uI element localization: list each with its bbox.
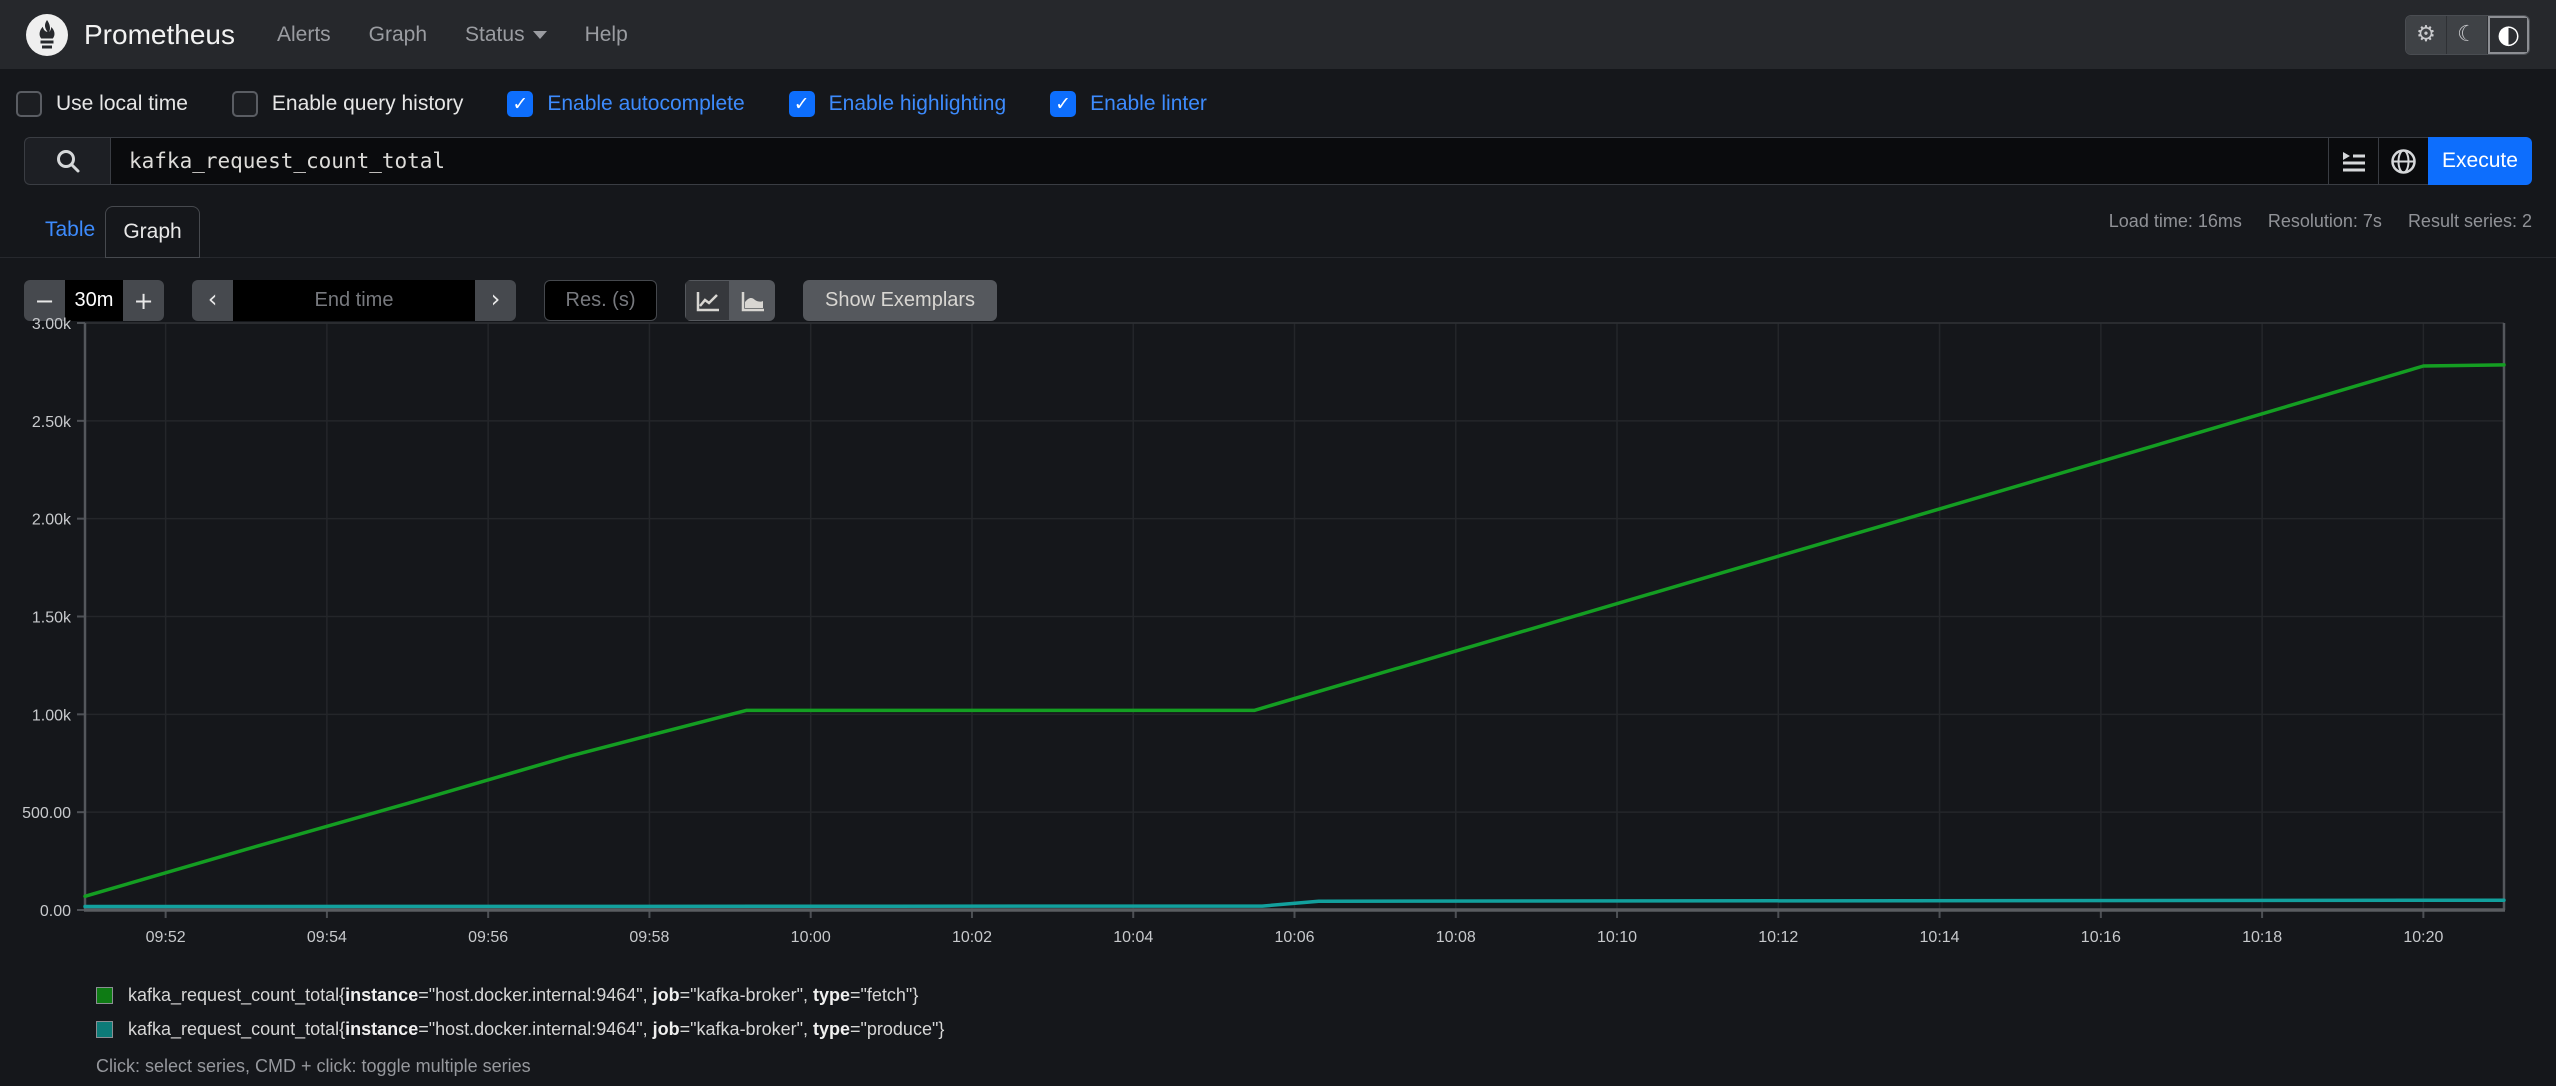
- tab-graph[interactable]: Graph: [105, 206, 200, 258]
- search-addon: [24, 137, 110, 185]
- svg-text:1.00k: 1.00k: [32, 707, 72, 724]
- search-icon: [56, 150, 79, 173]
- nav-item-graph[interactable]: Graph: [369, 23, 427, 47]
- svg-text:10:12: 10:12: [1758, 929, 1798, 946]
- svg-text:10:06: 10:06: [1274, 929, 1314, 946]
- tabs-divider: [0, 257, 2556, 258]
- gear-icon: ⚙: [2416, 22, 2436, 47]
- chart-area[interactable]: 0.00 500.00 1.00k 1.50k 2.00k 2.50k 3.00k 09:52…: [0, 310, 2556, 955]
- chart-legend: kafka_request_count_total{instance="host…: [96, 978, 944, 1077]
- nav-item-alerts[interactable]: Alerts: [277, 23, 331, 47]
- auto-theme-button[interactable]: ◐: [2488, 15, 2529, 54]
- svg-text:10:20: 10:20: [2403, 929, 2443, 946]
- dark-theme-button[interactable]: ☾: [2447, 15, 2488, 54]
- query-input[interactable]: [110, 137, 2328, 185]
- checkbox-use-local-time[interactable]: Use local time: [16, 91, 188, 117]
- check-icon: ✓: [512, 92, 529, 115]
- result-tabs: Table Graph Load time: 16ms Resolution: …: [0, 206, 2556, 280]
- svg-text:10:10: 10:10: [1597, 929, 1637, 946]
- explain-globe-button[interactable]: [2378, 137, 2428, 185]
- app-title: Prometheus: [84, 18, 235, 50]
- svg-text:3.00k: 3.00k: [32, 316, 72, 333]
- result-series: Result series: 2: [2407, 211, 2532, 231]
- metrics-explorer-icon: [2342, 152, 2365, 172]
- chevron-left-icon: ‹: [207, 284, 218, 313]
- nav-item-status[interactable]: Status: [465, 23, 547, 47]
- legend-swatch-icon: [96, 1020, 113, 1038]
- metrics-explorer-button[interactable]: [2328, 137, 2378, 185]
- options-row: Use local time Enable query history ✓ En…: [0, 69, 2556, 137]
- svg-text:2.50k: 2.50k: [32, 414, 72, 431]
- check-icon: ✓: [793, 92, 810, 115]
- theme-toggle-group: ⚙ ☾ ◐: [2405, 14, 2530, 55]
- nav-links: Alerts Graph Status Help: [277, 23, 628, 47]
- legend-item[interactable]: kafka_request_count_total{instance="host…: [96, 978, 944, 1012]
- svg-text:10:04: 10:04: [1113, 929, 1153, 946]
- moon-icon: ☾: [2457, 22, 2477, 47]
- legend-help-note: Click: select series, CMD + click: toggl…: [96, 1056, 531, 1076]
- checkbox-box[interactable]: [231, 91, 258, 117]
- load-time: Load time: 16ms: [2108, 211, 2242, 231]
- line-chart-icon: [696, 291, 719, 311]
- svg-text:10:00: 10:00: [791, 929, 831, 946]
- checkbox-enable-linter[interactable]: ✓ Enable linter: [1050, 91, 1207, 117]
- checkbox-box[interactable]: [16, 91, 42, 117]
- chart-canvas[interactable]: 0.00 500.00 1.00k 1.50k 2.00k 2.50k 3.00k 09:52…: [0, 310, 2556, 955]
- checkbox-box[interactable]: ✓: [788, 91, 815, 117]
- navbar: Prometheus Alerts Graph Status Help ⚙ ☾ …: [0, 0, 2556, 69]
- globe-icon: [2391, 148, 2416, 174]
- query-stats: Load time: 16ms Resolution: 7s Result se…: [2109, 211, 2532, 232]
- checkbox-enable-autocomplete[interactable]: ✓ Enable autocomplete: [507, 91, 745, 117]
- svg-text:500.00: 500.00: [22, 805, 71, 822]
- checkbox-enable-highlighting[interactable]: ✓ Enable highlighting: [788, 91, 1006, 117]
- svg-text:09:58: 09:58: [629, 929, 669, 946]
- checkbox-box[interactable]: ✓: [507, 91, 534, 117]
- svg-text:1.50k: 1.50k: [32, 610, 72, 627]
- svg-text:10:18: 10:18: [2242, 929, 2282, 946]
- light-theme-button[interactable]: ⚙: [2406, 15, 2447, 54]
- svg-text:10:14: 10:14: [1920, 929, 1960, 946]
- svg-text:0.00: 0.00: [40, 903, 71, 920]
- half-circle-icon: ◐: [2497, 19, 2520, 50]
- legend-series-label: kafka_request_count_total{instance="host…: [128, 984, 919, 1005]
- nav-item-help[interactable]: Help: [585, 23, 628, 47]
- svg-text:10:08: 10:08: [1436, 929, 1476, 946]
- svg-text:09:56: 09:56: [468, 929, 508, 946]
- resolution: Resolution: 7s: [2267, 211, 2382, 231]
- svg-text:09:54: 09:54: [307, 929, 347, 946]
- checkbox-box[interactable]: ✓: [1050, 91, 1077, 117]
- tab-table[interactable]: Table: [45, 218, 95, 242]
- query-bar: Execute: [24, 137, 2532, 185]
- check-icon: ✓: [1055, 92, 1072, 115]
- svg-text:10:16: 10:16: [2081, 929, 2121, 946]
- chevron-down-icon: [532, 30, 547, 39]
- legend-item[interactable]: kafka_request_count_total{instance="host…: [96, 1012, 944, 1046]
- legend-swatch-icon: [96, 986, 113, 1004]
- legend-series-label: kafka_request_count_total{instance="host…: [128, 1018, 945, 1039]
- stacked-chart-icon: [741, 291, 764, 311]
- svg-text:09:52: 09:52: [146, 929, 186, 946]
- svg-text:2.00k: 2.00k: [32, 512, 72, 529]
- chevron-right-icon: ›: [490, 284, 501, 313]
- checkbox-enable-query-history[interactable]: Enable query history: [231, 91, 463, 117]
- svg-text:10:02: 10:02: [952, 929, 992, 946]
- execute-button[interactable]: Execute: [2428, 137, 2532, 185]
- prometheus-logo-icon: [26, 13, 68, 56]
